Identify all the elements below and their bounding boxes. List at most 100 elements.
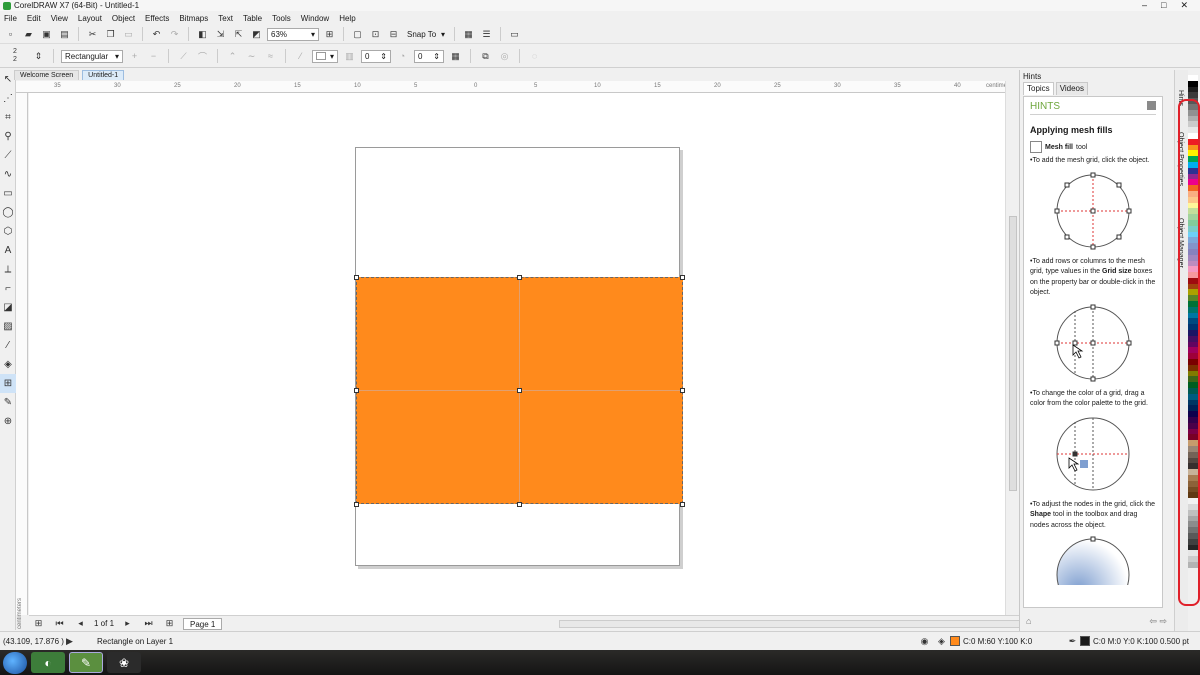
palette-color-swatch[interactable] — [1188, 561, 1198, 568]
home-icon[interactable]: ⌂ — [1026, 616, 1031, 627]
text-tool-icon[interactable]: A — [0, 241, 16, 260]
to-curve-icon[interactable]: ⌒ — [195, 49, 210, 64]
docker-tab-object-manager[interactable]: Object Manager — [1177, 218, 1184, 268]
show-grid-icon[interactable]: ⊟ — [386, 27, 401, 42]
tab-welcome-screen[interactable]: Welcome Screen — [14, 70, 80, 80]
mesh-color-select[interactable]: ▾ — [312, 49, 338, 63]
outline-indicator[interactable]: C:0 M:0 Y:0 K:100 0.500 pt — [1080, 636, 1189, 646]
print-icon[interactable]: ▤ — [57, 27, 72, 42]
options-icon[interactable]: ▦ — [461, 27, 476, 42]
first-page-icon[interactable]: ⏮ — [52, 616, 67, 631]
vertical-ruler[interactable]: centimeters — [16, 93, 28, 629]
taskbar-coreldraw-welcome-icon[interactable]: ◐ — [31, 652, 65, 673]
redo-icon[interactable]: ↷ — [167, 27, 182, 42]
tab-untitled-1[interactable]: Untitled-1 — [82, 70, 125, 80]
welcome-screen-icon[interactable]: ▭ — [507, 27, 522, 42]
transparency-tool-icon[interactable]: ▨ — [0, 317, 16, 336]
eyedropper-icon[interactable]: ⁄ — [293, 49, 308, 64]
mesh-node[interactable] — [517, 502, 522, 507]
rectangle-tool-icon[interactable]: ▭ — [0, 184, 16, 203]
freehand-tool-icon[interactable]: ⟋ — [0, 146, 16, 165]
polygon-tool-icon[interactable]: ⬡ — [0, 222, 16, 241]
symmetrical-node-icon[interactable]: ≈ — [263, 49, 278, 64]
interactive-fill-tool-icon[interactable]: ◈ — [0, 355, 16, 374]
add-page-after-icon[interactable]: ⊞ — [162, 616, 177, 631]
artistic-media-tool-icon[interactable]: ∿ — [0, 165, 16, 184]
smooth-node-icon[interactable]: ∼ — [244, 49, 259, 64]
cusp-node-icon[interactable]: ⌃ — [225, 49, 240, 64]
mesh-node[interactable] — [680, 502, 685, 507]
cut-icon[interactable]: ✂ — [85, 27, 100, 42]
play-macro-icon[interactable]: ▶ — [62, 634, 77, 649]
zoom-to-page-icon[interactable]: ⊞ — [322, 27, 337, 42]
close-button[interactable]: ✕ — [1180, 0, 1188, 11]
menu-effects[interactable]: Effects — [145, 14, 169, 23]
navigation-arrows-icon[interactable]: ⇦ ⇨ — [1149, 616, 1167, 627]
new-document-icon[interactable]: ▫ — [3, 27, 18, 42]
search-content-icon[interactable]: ◧ — [195, 27, 210, 42]
maximize-button[interactable]: □ — [1161, 0, 1166, 11]
taskbar-media-icon[interactable]: ❀ — [107, 652, 141, 673]
fill-indicator[interactable]: C:0 M:60 Y:100 K:0 — [950, 636, 1032, 646]
grid-size-spinner-icon[interactable]: ⇕ — [31, 49, 46, 64]
color-proofing-icon[interactable]: ◉ — [917, 634, 932, 649]
mesh-node[interactable] — [354, 502, 359, 507]
menu-table[interactable]: Table — [243, 14, 262, 23]
vertical-scrollbar-thumb[interactable] — [1009, 216, 1017, 491]
menu-tools[interactable]: Tools — [272, 14, 291, 23]
smoothness-field[interactable]: 0 ⇕ — [414, 49, 444, 63]
add-tool-icon[interactable]: ⊕ — [0, 412, 16, 431]
add-page-icon[interactable]: ⊞ — [31, 616, 46, 631]
parallel-dimension-tool-icon[interactable]: ⟂ — [0, 260, 16, 279]
publish-pdf-icon[interactable]: ◩ — [249, 27, 264, 42]
mesh-node[interactable] — [517, 275, 522, 280]
mesh-node[interactable] — [354, 388, 359, 393]
drop-shadow-tool-icon[interactable]: ◪ — [0, 298, 16, 317]
add-node-icon[interactable]: + — [127, 49, 142, 64]
paste-icon[interactable]: ▭ — [121, 27, 136, 42]
last-page-icon[interactable]: ⏭ — [141, 616, 156, 631]
clear-mesh-icon[interactable]: ⧉ — [478, 49, 493, 64]
page-tab-1[interactable]: Page 1 — [183, 617, 223, 630]
snap-to-menu[interactable]: Snap To ▾ — [404, 28, 448, 41]
menu-layout[interactable]: Layout — [78, 14, 102, 23]
next-page-icon[interactable]: ▸ — [120, 616, 135, 631]
menu-edit[interactable]: Edit — [27, 14, 41, 23]
full-screen-preview-icon[interactable]: ▢ — [350, 27, 365, 42]
minimize-button[interactable]: – — [1142, 0, 1147, 11]
crop-tool-icon[interactable]: ⌗ — [0, 108, 16, 127]
menu-text[interactable]: Text — [218, 14, 233, 23]
drawing-canvas[interactable] — [29, 93, 1005, 615]
mesh-node[interactable] — [680, 275, 685, 280]
grid-rows-field[interactable]: 2 — [13, 56, 17, 64]
save-icon[interactable]: ▣ — [39, 27, 54, 42]
mesh-node[interactable] — [680, 388, 685, 393]
mesh-node[interactable] — [354, 275, 359, 280]
grid-columns-field[interactable]: 2 — [13, 48, 17, 56]
menu-help[interactable]: Help — [339, 14, 355, 23]
hints-menu-icon[interactable] — [1147, 101, 1156, 110]
mesh-node[interactable] — [517, 388, 522, 393]
vertical-scrollbar[interactable] — [1005, 81, 1019, 615]
menu-window[interactable]: Window — [301, 14, 329, 23]
to-line-icon[interactable]: ⟋ — [176, 49, 191, 64]
menu-bitmaps[interactable]: Bitmaps — [179, 14, 208, 23]
connector-tool-icon[interactable]: ⌐ — [0, 279, 16, 298]
menu-file[interactable]: File — [4, 14, 17, 23]
tab-topics[interactable]: Topics — [1023, 82, 1054, 95]
import-icon[interactable]: ⇲ — [213, 27, 228, 42]
delete-node-icon[interactable]: − — [146, 49, 161, 64]
shape-tool-icon[interactable]: ⋰ — [0, 89, 16, 108]
tab-videos[interactable]: Videos — [1055, 82, 1089, 95]
selection-mode-select[interactable]: Rectangular ▾ — [61, 49, 123, 63]
horizontal-scrollbar[interactable] — [559, 620, 1024, 628]
taskbar-coreldraw-icon[interactable]: ✎ — [69, 652, 103, 673]
docker-tab-hints[interactable]: Hints — [1177, 90, 1184, 106]
export-icon[interactable]: ⇱ — [231, 27, 246, 42]
color-eyedropper-tool-icon[interactable]: ⁄ — [0, 336, 16, 355]
menu-view[interactable]: View — [51, 14, 68, 23]
copy-icon[interactable]: ❐ — [103, 27, 118, 42]
smart-fill-tool-icon[interactable]: ✎ — [0, 393, 16, 412]
horizontal-ruler[interactable]: 35 30 25 20 15 10 5 0 5 10 15 20 25 30 35 40 centimeters — [16, 81, 1019, 93]
windows-start-button[interactable] — [3, 651, 27, 674]
